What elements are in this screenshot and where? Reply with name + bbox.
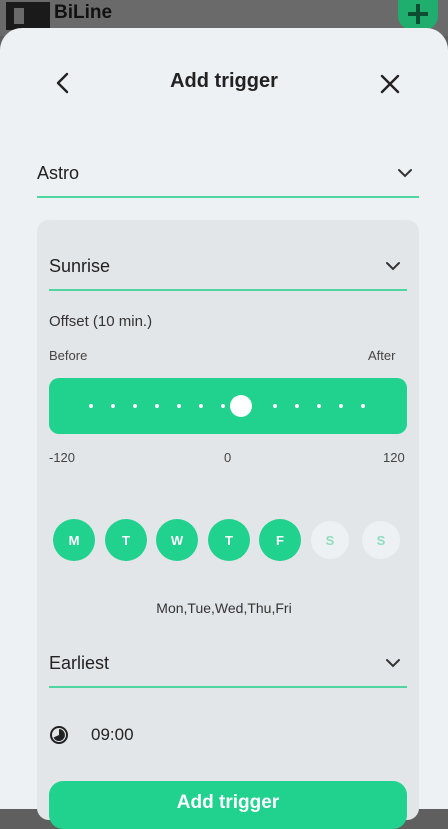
chevron-down-icon: [398, 169, 412, 178]
close-icon[interactable]: [378, 72, 402, 96]
slider-tick: [133, 404, 137, 408]
slider-tick: [89, 404, 93, 408]
offset-max-label: 120: [383, 450, 405, 465]
slider-tick: [339, 404, 343, 408]
app-logo: [6, 2, 50, 30]
app-title: BiLine: [54, 2, 113, 23]
day-toggle-mon[interactable]: M: [53, 519, 95, 561]
day-toggle-wed[interactable]: W: [156, 519, 198, 561]
time-picker[interactable]: 09:00: [49, 722, 134, 748]
slider-thumb[interactable]: [230, 395, 252, 417]
trigger-type-value: Astro: [37, 162, 80, 183]
add-icon: [398, 0, 438, 30]
constraint-select[interactable]: Earliest: [49, 640, 407, 688]
trigger-type-select[interactable]: Astro: [37, 150, 419, 198]
offset-label: Offset (10 min.): [49, 313, 153, 330]
day-toggle-thu[interactable]: T: [208, 519, 250, 561]
add-trigger-button[interactable]: Add trigger: [49, 781, 407, 829]
day-toggle-fri[interactable]: F: [259, 519, 301, 561]
offset-min-label: -120: [49, 450, 76, 465]
slider-tick: [199, 404, 203, 408]
chevron-down-icon: [386, 262, 400, 271]
slider-tick: [111, 404, 115, 408]
slider-tick: [177, 404, 181, 408]
slider-tick: [273, 404, 277, 408]
event-value: Sunrise: [49, 255, 111, 276]
day-toggle-sun[interactable]: S: [362, 521, 400, 559]
constraint-value: Earliest: [49, 652, 110, 673]
day-toggle-tue[interactable]: T: [105, 519, 147, 561]
before-label: Before: [49, 348, 88, 363]
clock-icon: [50, 726, 68, 744]
event-select[interactable]: Sunrise: [49, 243, 407, 291]
slider-tick: [361, 404, 365, 408]
slider-tick: [295, 404, 299, 408]
day-toggle-sat[interactable]: S: [311, 521, 349, 559]
offset-mid-label: 0: [224, 450, 232, 465]
chevron-down-icon: [386, 659, 400, 668]
offset-slider[interactable]: [49, 378, 407, 434]
slider-tick: [221, 404, 225, 408]
sheet-header: Add trigger: [0, 58, 448, 108]
slider-tick: [317, 404, 321, 408]
slider-tick: [155, 404, 159, 408]
selected-days-summary: Mon,Tue,Wed,Thu,Fri: [156, 600, 292, 616]
time-value: 09:00: [91, 725, 134, 744]
after-label: After: [368, 348, 396, 363]
